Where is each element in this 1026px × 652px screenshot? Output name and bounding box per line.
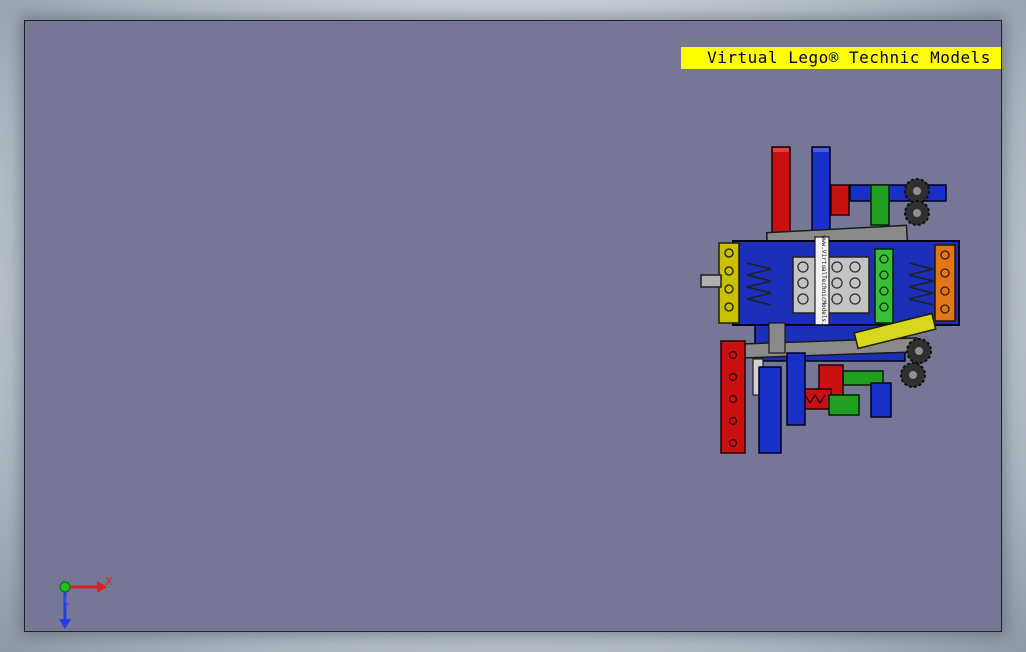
y-axis-origin [59,581,71,593]
triad-x-label: X [105,575,113,588]
lego-technic-model[interactable]: www.VirtualTechnicModels.com [695,145,965,457]
graphics-viewport[interactable]: Virtual Lego® Technic Models www.Virtual… [24,20,1002,632]
model-sticker-text: www.VirtualTechnicModels.com [820,235,827,337]
watermark-banner: Virtual Lego® Technic Models [681,47,1001,69]
z-axis-arrow [59,619,71,629]
